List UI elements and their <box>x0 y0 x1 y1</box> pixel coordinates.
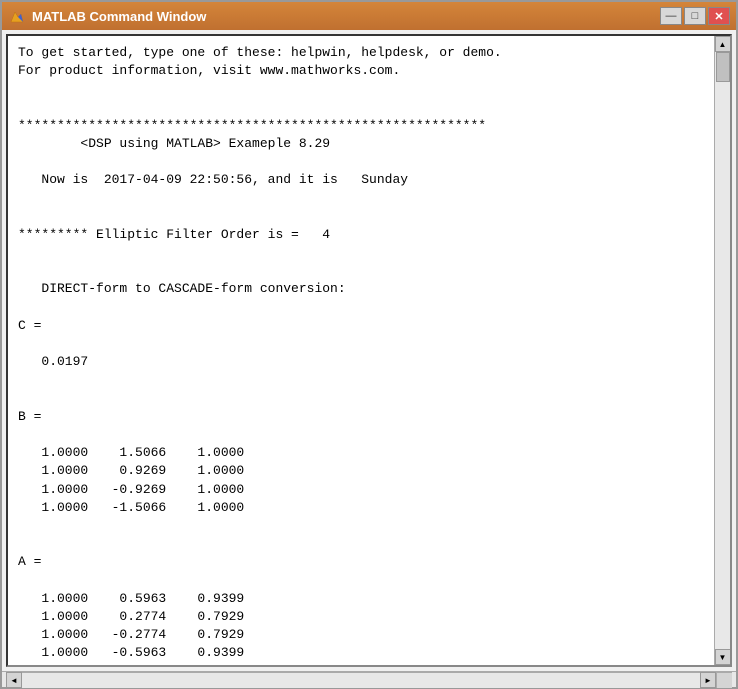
scroll-track-v[interactable] <box>715 52 730 649</box>
vertical-scrollbar[interactable]: ▲ ▼ <box>714 36 730 665</box>
scroll-down-button[interactable]: ▼ <box>715 649 731 665</box>
scroll-left-button[interactable]: ◄ <box>6 672 22 688</box>
scroll-right-button[interactable]: ► <box>700 672 716 688</box>
scroll-track-h[interactable] <box>22 673 700 688</box>
content-area: To get started, type one of these: helpw… <box>6 34 732 667</box>
maximize-button[interactable]: □ <box>684 7 706 25</box>
horizontal-scrollbar[interactable]: ◄ ► <box>6 672 716 688</box>
terminal-output[interactable]: To get started, type one of these: helpw… <box>8 36 714 665</box>
close-button[interactable]: ✕ <box>708 7 730 25</box>
bottom-bar: ◄ ► <box>2 671 736 687</box>
minimize-button[interactable]: — <box>660 7 682 25</box>
scroll-thumb-v[interactable] <box>716 52 730 82</box>
matlab-icon <box>8 7 26 25</box>
window-title: MATLAB Command Window <box>32 9 660 24</box>
matlab-window: MATLAB Command Window — □ ✕ To get start… <box>0 0 738 689</box>
scrollbar-corner <box>716 672 732 688</box>
window-controls: — □ ✕ <box>660 7 730 25</box>
title-bar: MATLAB Command Window — □ ✕ <box>2 2 736 30</box>
scroll-up-button[interactable]: ▲ <box>715 36 731 52</box>
